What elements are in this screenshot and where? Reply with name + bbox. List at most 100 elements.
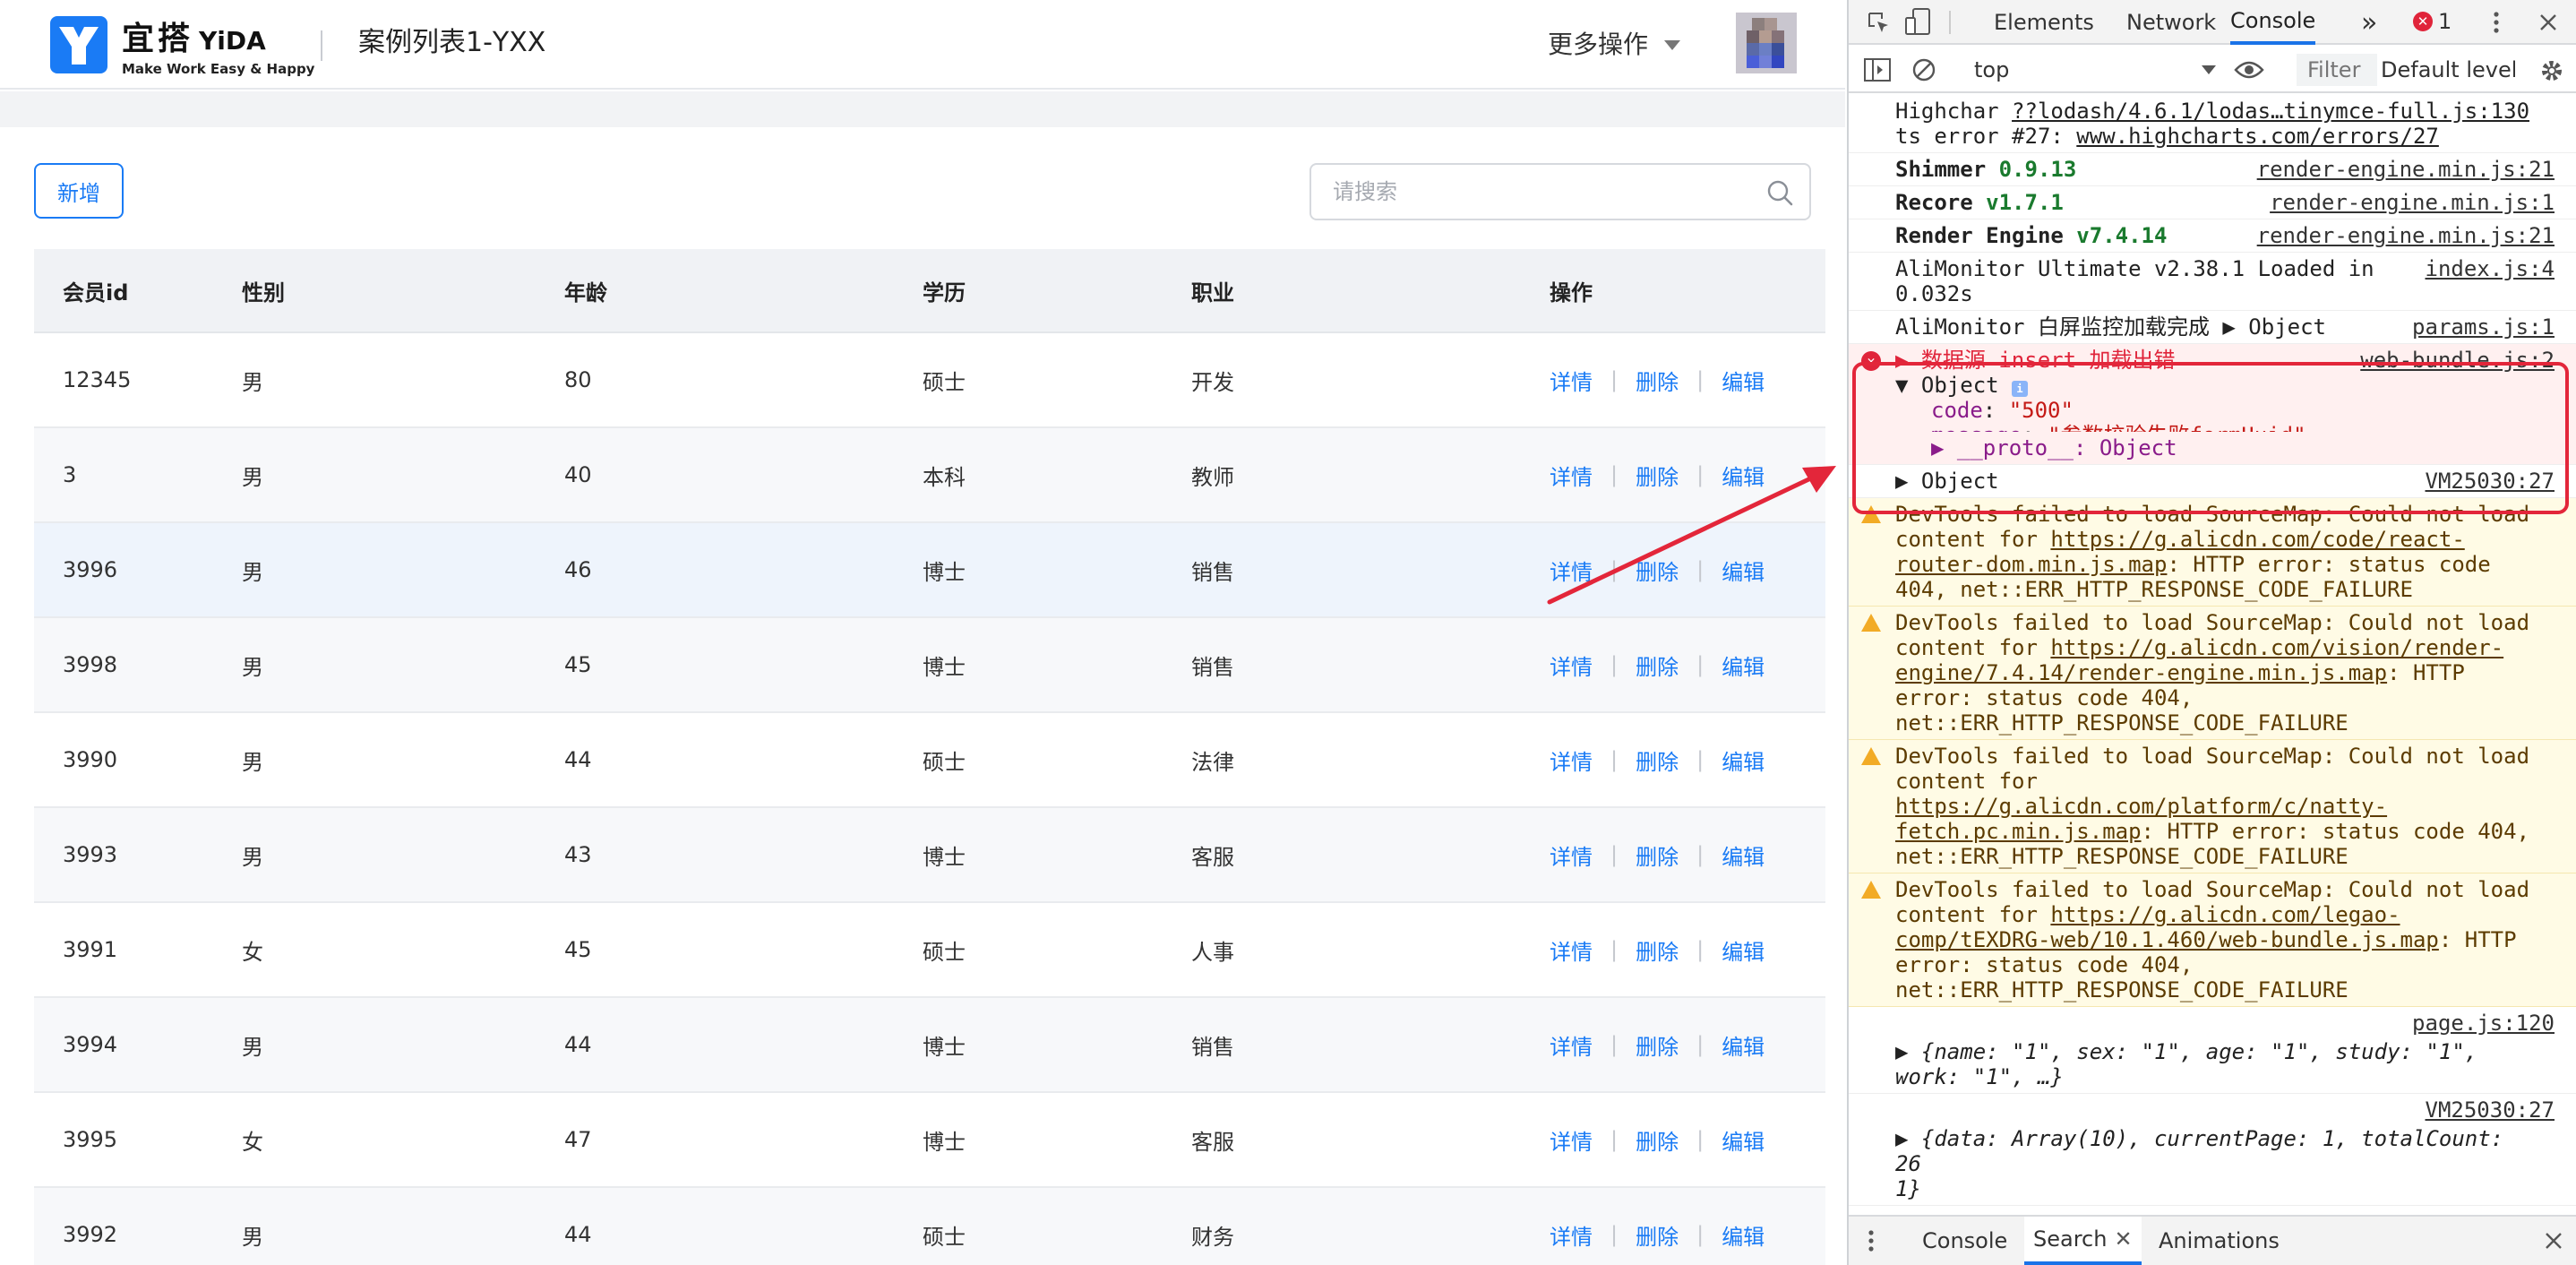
header-member-id[interactable]: 会员id <box>63 249 128 331</box>
table-row[interactable]: 3 男 40 本科 教师 详情 | 删除 | 编辑 <box>34 428 1825 523</box>
source-link[interactable]: render-engine.min.js:1 <box>2263 190 2555 215</box>
search-icon[interactable] <box>1766 179 1793 206</box>
detail-link[interactable]: 详情 <box>1550 1219 1593 1251</box>
cell-education: 博士 <box>923 1034 966 1060</box>
delete-link[interactable]: 删除 <box>1636 839 1679 871</box>
edit-link[interactable]: 编辑 <box>1722 365 1765 396</box>
detail-link[interactable]: 详情 <box>1550 1029 1593 1061</box>
close-drawer-icon[interactable] <box>2544 1231 2563 1251</box>
cell-occupation: 销售 <box>1191 1034 1234 1060</box>
drawer-tab-console[interactable]: Console <box>1913 1217 2016 1265</box>
console-error-proto: ▶ __proto__: Object <box>1849 432 2576 465</box>
add-button[interactable]: 新增 <box>34 163 124 219</box>
drawer-tab-search[interactable]: Search ✕ <box>2024 1217 2142 1265</box>
tab-console[interactable]: Console <box>2230 0 2316 45</box>
expand-object-toggle[interactable]: ▶ {data: Array(10), currentPage: 1, tota… <box>1895 1126 2503 1176</box>
search-input[interactable] <box>1333 165 1754 219</box>
drawer-tab-animations[interactable]: Animations <box>2150 1217 2288 1265</box>
edit-link[interactable]: 编辑 <box>1722 460 1765 491</box>
context-select[interactable]: top <box>1974 54 2216 86</box>
detail-link[interactable]: 详情 <box>1550 744 1593 776</box>
close-devtools-icon[interactable] <box>2538 13 2558 32</box>
table-row[interactable]: 3993 男 43 博士 客服 详情 | 删除 | 编辑 <box>34 808 1825 903</box>
yida-logo[interactable]: 宜搭 YiDA Make Work Easy & Happy <box>50 16 314 77</box>
detail-link[interactable]: 详情 <box>1550 650 1593 681</box>
header-education[interactable]: 学历 <box>923 249 966 331</box>
clear-console-icon[interactable] <box>1911 57 1936 82</box>
expand-object-toggle[interactable]: ▼ Object <box>1895 373 1999 398</box>
error-count-badge[interactable]: ✕ 1 <box>2413 9 2451 34</box>
table-row[interactable]: 3992 男 44 硕士 财务 详情 | 删除 | 编辑 <box>34 1188 1825 1265</box>
edit-link[interactable]: 编辑 <box>1722 839 1765 871</box>
console-output[interactable]: Highchar ??lodash/4.6.1/lodas…tinymce-fu… <box>1849 95 2576 1215</box>
device-toolbar-icon[interactable] <box>1904 7 1931 36</box>
edit-link[interactable]: 编辑 <box>1722 555 1765 586</box>
log-text: Recore <box>1895 190 1987 215</box>
search-box[interactable] <box>1309 163 1811 220</box>
delete-link[interactable]: 删除 <box>1636 1124 1679 1156</box>
detail-link[interactable]: 详情 <box>1550 555 1593 586</box>
eye-icon[interactable] <box>2234 59 2264 81</box>
log-levels-dropdown[interactable]: Default levels <box>2381 54 2515 86</box>
source-link[interactable]: web-bundle.js:2 <box>2353 348 2555 373</box>
delete-link[interactable]: 删除 <box>1636 1029 1679 1061</box>
close-icon[interactable]: ✕ <box>2114 1226 2132 1252</box>
source-link[interactable]: params.js:1 <box>2405 314 2555 340</box>
source-link[interactable]: index.js:4 <box>2417 256 2555 281</box>
source-link[interactable]: render-engine.min.js:21 <box>2249 157 2555 182</box>
delete-link[interactable]: 删除 <box>1636 934 1679 966</box>
delete-link[interactable]: 删除 <box>1636 650 1679 681</box>
more-tabs-icon[interactable]: » <box>2361 0 2377 45</box>
edit-link[interactable]: 编辑 <box>1722 1219 1765 1251</box>
detail-link[interactable]: 详情 <box>1550 839 1593 871</box>
kebab-menu-icon[interactable] <box>2492 11 2501 34</box>
filter-input[interactable] <box>2297 54 2377 86</box>
source-link[interactable]: VM25030:27 <box>2417 1097 2555 1123</box>
table-row[interactable]: 3990 男 44 硕士 法律 详情 | 删除 | 编辑 <box>34 713 1825 808</box>
detail-link[interactable]: 详情 <box>1550 1124 1593 1156</box>
source-link[interactable]: render-engine.min.js:21 <box>2249 223 2555 248</box>
detail-link[interactable]: 详情 <box>1550 934 1593 966</box>
tab-elements[interactable]: Elements <box>1994 0 2094 45</box>
edit-link[interactable]: 编辑 <box>1722 744 1765 776</box>
table-row[interactable]: 3994 男 44 博士 销售 详情 | 删除 | 编辑 <box>34 998 1825 1093</box>
header-occupation[interactable]: 职业 <box>1191 249 1234 331</box>
expand-object-toggle[interactable]: ▶ Object <box>1895 469 1999 494</box>
header-gender[interactable]: 性别 <box>242 249 285 331</box>
table-row[interactable]: 3996 男 46 博士 销售 详情 | 删除 | 编辑 <box>34 523 1825 618</box>
error-message[interactable]: ▶ 数据源 insert 加载出错 <box>1895 348 2176 373</box>
detail-link[interactable]: 详情 <box>1550 365 1593 396</box>
action-separator: | <box>1610 1127 1619 1152</box>
expand-object-toggle[interactable]: ▶ Object <box>2222 314 2326 340</box>
gear-icon[interactable] <box>2538 57 2565 84</box>
row-actions: 详情 | 删除 | 编辑 <box>1550 998 1765 1091</box>
edit-link[interactable]: 编辑 <box>1722 650 1765 681</box>
delete-link[interactable]: 删除 <box>1636 555 1679 586</box>
more-actions-dropdown[interactable]: 更多操作 <box>1548 25 1681 65</box>
inspect-element-icon[interactable] <box>1867 11 1890 34</box>
edit-link[interactable]: 编辑 <box>1722 1029 1765 1061</box>
table-row[interactable]: 3995 女 47 博士 客服 详情 | 删除 | 编辑 <box>34 1093 1825 1188</box>
avatar[interactable] <box>1736 13 1797 73</box>
tab-network[interactable]: Network <box>2126 0 2216 45</box>
expand-object-toggle[interactable]: ▶ __proto__: Object <box>1931 435 2177 460</box>
table-row[interactable]: 12345 男 80 硕士 开发 详情 | 删除 | 编辑 <box>34 333 1825 428</box>
edit-link[interactable]: 编辑 <box>1722 934 1765 966</box>
error-url-link[interactable]: www.highcharts.com/errors/27 <box>2076 124 2439 149</box>
delete-link[interactable]: 删除 <box>1636 460 1679 491</box>
source-link[interactable]: page.js:120 <box>2405 1011 2555 1036</box>
table-row[interactable]: 3998 男 45 博士 销售 详情 | 删除 | 编辑 <box>34 618 1825 713</box>
sidebar-toggle-icon[interactable] <box>1863 57 1892 82</box>
edit-link[interactable]: 编辑 <box>1722 1124 1765 1156</box>
delete-link[interactable]: 删除 <box>1636 744 1679 776</box>
delete-link[interactable]: 删除 <box>1636 1219 1679 1251</box>
table-row[interactable]: 3991 女 45 硕士 人事 详情 | 删除 | 编辑 <box>34 903 1825 998</box>
header-age[interactable]: 年龄 <box>564 249 607 331</box>
expand-object-toggle[interactable]: ▶ {name: "1", sex: "1", age: "1", study:… <box>1895 1039 2477 1089</box>
source-link[interactable]: VM25030:27 <box>2417 469 2555 494</box>
kebab-menu-icon[interactable] <box>1867 1229 1876 1252</box>
cell-member-id: 12345 <box>63 367 132 392</box>
delete-link[interactable]: 删除 <box>1636 365 1679 396</box>
detail-link[interactable]: 详情 <box>1550 460 1593 491</box>
source-link[interactable]: ??lodash/4.6.1/lodas…tinymce-full.js:130 <box>2012 99 2529 124</box>
